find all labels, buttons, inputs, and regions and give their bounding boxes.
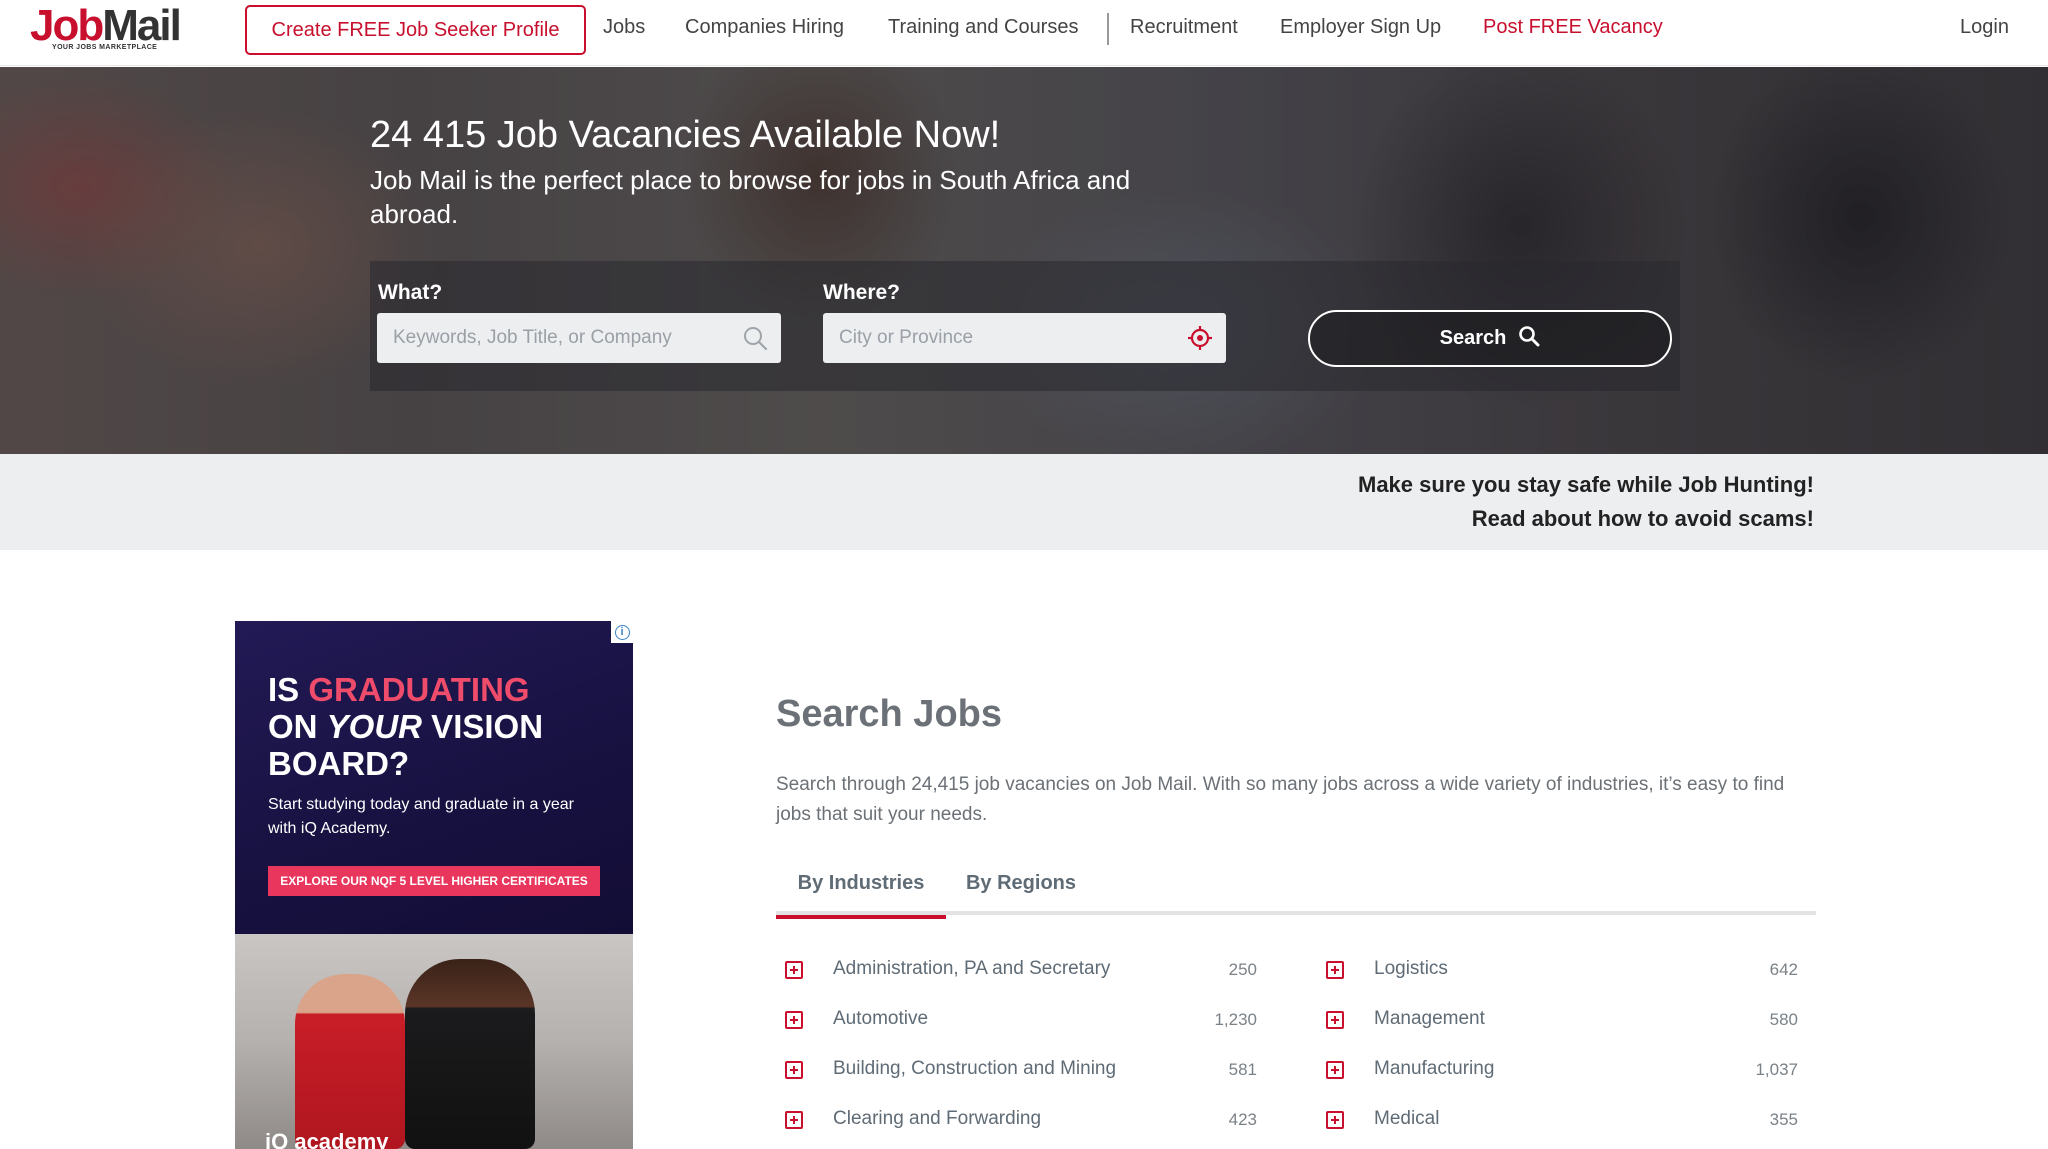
what-input[interactable]	[393, 327, 723, 349]
ad-person-red	[295, 974, 405, 1149]
jobmail-logo[interactable]: JobMail YOUR JOBS MARKETPLACE	[30, 1, 182, 58]
ad-choices-info-icon[interactable]: i	[611, 621, 633, 643]
ad-graduation-photo: iQ academy	[235, 934, 633, 1149]
industry-item[interactable]: Clearing and Forwarding 423	[785, 1105, 1257, 1135]
industry-count: 580	[1769, 1010, 1798, 1029]
industry-count: 250	[1228, 960, 1257, 979]
tab-by-regions[interactable]: By Regions	[956, 872, 1086, 919]
ad-brand-logo: iQ academy	[265, 1129, 389, 1149]
hero-title: 24 415 Job Vacancies Available Now!	[370, 114, 1001, 156]
industry-item[interactable]: Automotive 1,230	[785, 1005, 1257, 1035]
logo-job: Job	[30, 1, 104, 50]
nav-training-and-courses[interactable]: Training and Courses	[888, 16, 1078, 39]
industry-item[interactable]: Building, Construction and Mining 581	[785, 1055, 1257, 1085]
ad-headline-part: IS	[268, 671, 309, 708]
expand-plus-icon[interactable]	[785, 1111, 803, 1129]
industry-item[interactable]: Administration, PA and Secretary 250	[785, 955, 1257, 985]
ad-top-panel: IS GRADUATING ON YOUR VISION BOARD? Star…	[235, 621, 633, 934]
logo-tagline: YOUR JOBS MARKETPLACE	[52, 44, 158, 51]
top-navigation: JobMail YOUR JOBS MARKETPLACE Create FRE…	[0, 0, 2048, 66]
industry-count: 423	[1228, 1110, 1257, 1129]
advertisement-banner[interactable]: IS GRADUATING ON YOUR VISION BOARD? Star…	[235, 621, 633, 1149]
expand-plus-icon[interactable]	[1326, 1011, 1344, 1029]
search-button[interactable]: Search	[1308, 310, 1672, 367]
industry-name[interactable]: Automotive	[833, 1008, 928, 1030]
safety-line-1: Make sure you stay safe while Job Huntin…	[1358, 472, 1814, 497]
nav-companies-hiring[interactable]: Companies Hiring	[685, 16, 844, 39]
where-input[interactable]	[839, 327, 1169, 349]
hero-banner: 24 415 Job Vacancies Available Now! Job …	[0, 67, 2048, 454]
expand-plus-icon[interactable]	[785, 1011, 803, 1029]
safety-notice-bar: Make sure you stay safe while Job Huntin…	[0, 454, 2048, 550]
logo-mail: Mail	[102, 1, 182, 50]
search-icon	[741, 324, 769, 352]
industry-count: 581	[1228, 1060, 1257, 1079]
ad-headline-part: BOARD?	[268, 745, 410, 782]
nav-divider	[1107, 13, 1109, 45]
industry-count: 1,037	[1755, 1060, 1798, 1079]
expand-plus-icon[interactable]	[1326, 1111, 1344, 1129]
ad-headline-highlight: GRADUATING	[308, 671, 530, 708]
search-jobs-tabs: By Industries By Regions	[776, 868, 1816, 919]
industry-item[interactable]: Manufacturing 1,037	[1326, 1055, 1798, 1085]
search-jobs-title: Search Jobs	[776, 693, 1002, 735]
industry-name[interactable]: Building, Construction and Mining	[833, 1058, 1116, 1080]
industry-name[interactable]: Manufacturing	[1374, 1058, 1494, 1080]
expand-plus-icon[interactable]	[1326, 1061, 1344, 1079]
industry-name[interactable]: Administration, PA and Secretary	[833, 958, 1110, 980]
hero-subtitle: Job Mail is the perfect place to browse …	[370, 165, 1131, 229]
safety-notice[interactable]: Make sure you stay safe while Job Huntin…	[1358, 468, 1814, 536]
search-icon	[1518, 325, 1540, 353]
industry-name[interactable]: Medical	[1374, 1108, 1439, 1130]
create-job-seeker-profile-button[interactable]: Create FREE Job Seeker Profile	[245, 5, 586, 55]
industry-count: 642	[1769, 960, 1798, 979]
ad-person-graduate	[405, 959, 535, 1149]
ad-headline-part: VISION	[422, 708, 544, 745]
ad-headline-italic: YOUR	[326, 708, 423, 745]
expand-plus-icon[interactable]	[785, 961, 803, 979]
industry-item[interactable]: Management 580	[1326, 1005, 1798, 1035]
location-target-icon[interactable]	[1186, 324, 1214, 352]
safety-line-2[interactable]: Read about how to avoid scams!	[1358, 502, 1814, 536]
industry-count: 355	[1769, 1110, 1798, 1129]
ad-headline: IS GRADUATING ON YOUR VISION BOARD?	[268, 671, 543, 782]
nav-jobs[interactable]: Jobs	[603, 16, 645, 39]
expand-plus-icon[interactable]	[1326, 961, 1344, 979]
industry-name[interactable]: Clearing and Forwarding	[833, 1108, 1041, 1130]
industry-item[interactable]: Logistics 642	[1326, 955, 1798, 985]
tab-by-industries[interactable]: By Industries	[776, 872, 946, 919]
nav-login[interactable]: Login	[1960, 16, 2009, 39]
nav-employer-sign-up[interactable]: Employer Sign Up	[1280, 16, 1441, 39]
expand-plus-icon[interactable]	[785, 1061, 803, 1079]
where-label: Where?	[823, 281, 901, 304]
search-jobs-description: Search through 24,415 job vacancies on J…	[776, 774, 1785, 825]
ad-headline-part: ON	[268, 708, 327, 745]
industry-count: 1,230	[1214, 1010, 1257, 1029]
industry-name[interactable]: Logistics	[1374, 958, 1448, 980]
search-button-label: Search	[1439, 327, 1507, 349]
industry-name[interactable]: Management	[1374, 1008, 1485, 1030]
nav-recruitment[interactable]: Recruitment	[1130, 16, 1238, 39]
industry-item[interactable]: Medical 355	[1326, 1105, 1798, 1135]
what-label: What?	[378, 281, 443, 304]
nav-post-free-vacancy[interactable]: Post FREE Vacancy	[1483, 16, 1663, 39]
ad-cta-button[interactable]: EXPLORE OUR NQF 5 LEVEL HIGHER CERTIFICA…	[268, 866, 600, 896]
ad-body: Start studying today and graduate in a y…	[268, 796, 574, 837]
what-field[interactable]	[377, 313, 781, 363]
where-field[interactable]	[823, 313, 1226, 363]
